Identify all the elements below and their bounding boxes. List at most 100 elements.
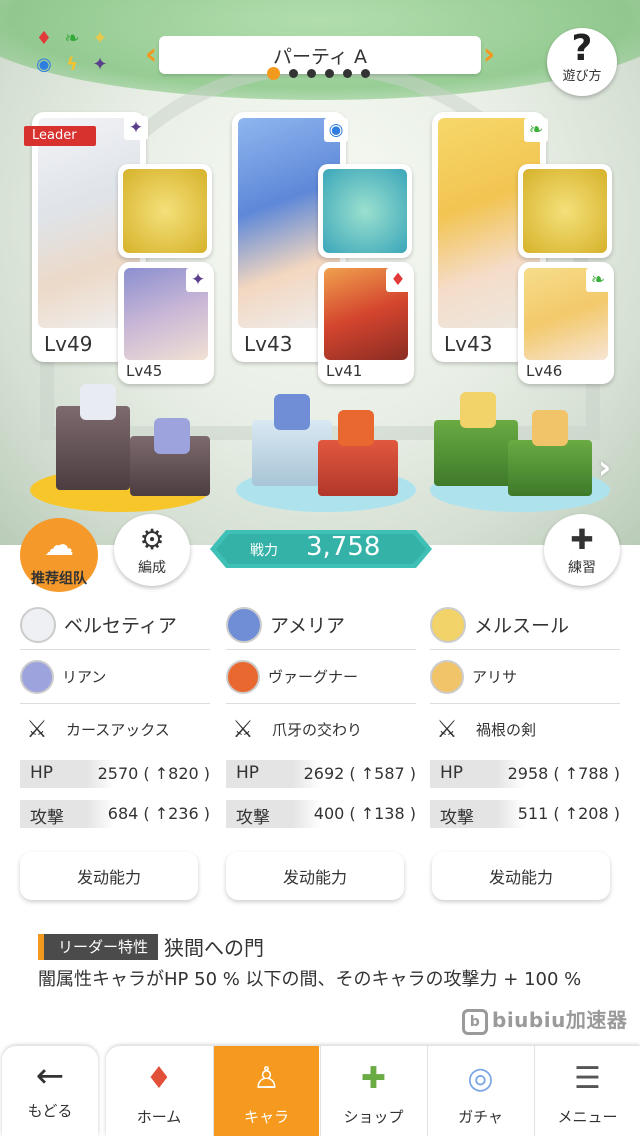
help-button[interactable]: ? 遊び方	[547, 28, 617, 96]
team-food-icon: ☁	[44, 528, 74, 563]
ability-label: 发动能力	[488, 868, 553, 887]
character-face-icon	[430, 606, 466, 643]
character-level: Lv46	[526, 362, 563, 380]
tab-chara[interactable]: ♙ キャラ	[213, 1046, 319, 1136]
main-character-name: メルスール	[474, 615, 570, 637]
wind-element-icon: ❧	[586, 268, 610, 292]
shop-icon: ✚	[360, 1061, 387, 1096]
attack-stat: 攻撃 684 ( ↑236 )	[20, 798, 210, 834]
formation-button[interactable]: ⚙ 編成	[114, 514, 190, 586]
leaf-icon: ❧	[64, 28, 80, 49]
character-face-icon	[226, 606, 262, 643]
ability-button-3[interactable]: 发动能力	[432, 852, 610, 900]
character-level: Lv49	[44, 332, 93, 356]
diamond-icon: ♦	[35, 28, 53, 49]
main-character-name: アメリア	[270, 615, 346, 637]
weapon-icon: ⚔	[436, 715, 458, 743]
star-icon: ✦	[92, 28, 108, 49]
main-character-row[interactable]: アメリア	[226, 600, 416, 650]
weapon-card-1[interactable]	[118, 164, 212, 258]
back-button[interactable]: ← もどる	[2, 1046, 98, 1136]
hp-stat: HP 2692 ( ↑587 )	[226, 758, 416, 794]
ability-button-2[interactable]: 发动能力	[226, 852, 404, 900]
ability-button-1[interactable]: 发动能力	[20, 852, 198, 900]
team-platform-1	[20, 380, 220, 520]
character-sprite	[532, 410, 568, 446]
main-character-row[interactable]: メルスール	[430, 600, 620, 650]
hp-label: HP	[30, 763, 54, 783]
member-column-3: メルスール アリサ ⚔ 禍根の剣 HP 2958 ( ↑788 ) 攻撃 511 (…	[430, 600, 620, 834]
element-filter[interactable]: ♦ ❧ ✦ ◉ ϟ ✦	[30, 26, 116, 84]
platform-block	[508, 440, 592, 496]
weapon-card-2[interactable]	[318, 164, 412, 258]
tab-shop[interactable]: ✚ ショップ	[320, 1046, 426, 1136]
character-level: Lv43	[444, 332, 493, 356]
hp-stat: HP 2570 ( ↑820 )	[20, 758, 210, 794]
question-mark-icon: ?	[571, 28, 593, 69]
attack-label: 攻撃	[30, 808, 64, 828]
hp-value: 2570 ( ↑820 )	[97, 764, 210, 783]
platform-block	[318, 440, 398, 496]
page-dot-active	[267, 67, 280, 80]
attack-stat: 攻撃 400 ( ↑138 )	[226, 798, 416, 834]
character-sprite	[154, 418, 190, 454]
page-dot	[307, 69, 316, 78]
page-dot	[361, 69, 370, 78]
character-level: Lv41	[326, 362, 363, 380]
team-platform-3	[420, 380, 620, 520]
axe-icon	[123, 169, 207, 253]
watermark: b biubiu加速器	[462, 1004, 627, 1035]
party-scene: ♦ ❧ ✦ ◉ ϟ ✦ ‹ パーティ A › ? 遊び方 Lv49 Leader ✦ L…	[0, 0, 640, 545]
team-platform-2	[226, 380, 426, 520]
tab-menu[interactable]: ☰ メニュー	[534, 1046, 640, 1136]
attack-value: 684 ( ↑236 )	[107, 804, 210, 823]
training-label: 練習	[568, 560, 596, 576]
sub-character-name: アリサ	[472, 668, 518, 686]
orb-icon	[323, 169, 407, 253]
character-face-icon	[20, 606, 56, 643]
back-label: もどる	[27, 1102, 73, 1120]
weapon-name: カースアックス	[66, 720, 170, 739]
weapon-row[interactable]: ⚔ 禍根の剣	[430, 704, 620, 754]
tab-label: ホーム	[136, 1108, 182, 1126]
attack-label: 攻撃	[440, 808, 474, 828]
sub-character-row[interactable]: アリサ	[430, 650, 620, 704]
power-label: 戦力	[250, 543, 278, 559]
weapon-card-3[interactable]	[518, 164, 612, 258]
fire-element-icon: ♦	[386, 268, 410, 292]
next-party-button[interactable]: ›	[479, 38, 499, 72]
party-page-dots	[267, 67, 370, 80]
recommend-team-button[interactable]: ☁ 推荐组队	[20, 518, 98, 592]
prev-party-button[interactable]: ‹	[141, 38, 161, 72]
watermark-text: biubiu加速器	[492, 1008, 628, 1032]
character-level: Lv45	[126, 362, 163, 380]
training-button[interactable]: ✚ 練習	[544, 514, 620, 586]
tab-home[interactable]: ♦ ホーム	[106, 1046, 212, 1136]
help-label: 遊び方	[562, 69, 602, 84]
leader-trait-tag: リーダー特性	[38, 933, 159, 960]
weapon-row[interactable]: ⚔ カースアックス	[20, 704, 210, 754]
weapon-row[interactable]: ⚔ 爪牙の交わり	[226, 704, 416, 754]
ability-label: 发动能力	[76, 868, 141, 887]
person-gear-icon: ⚙	[139, 523, 165, 556]
hp-label: HP	[440, 763, 464, 783]
party-selector: ‹ パーティ A ›	[145, 36, 495, 80]
tab-gacha[interactable]: ◎ ガチャ	[427, 1046, 533, 1136]
leader-trait-description: 闇属性キャラがHP 50 % 以下の間、そのキャラの攻撃力 + 100 %	[38, 969, 582, 990]
formation-label: 編成	[138, 560, 166, 576]
hp-label: HP	[236, 763, 260, 783]
main-character-row[interactable]: ベルセティア	[20, 600, 210, 650]
nav-tabs: ♦ ホーム ♙ キャラ ✚ ショップ ◎ ガチャ ☰ メニュー	[106, 1046, 640, 1136]
chevron-right-icon: ›	[598, 448, 612, 486]
weapon-icon: ⚔	[232, 715, 254, 743]
character-sprite	[338, 410, 374, 446]
sub-character-row[interactable]: リアン	[20, 650, 210, 704]
team-power: 戦力 3,758	[210, 530, 432, 568]
gacha-icon: ◎	[467, 1061, 494, 1096]
hp-value: 2692 ( ↑587 )	[303, 764, 416, 783]
dark-element-icon: ✦	[186, 268, 210, 292]
platform-block	[434, 420, 518, 486]
bottom-navigation: ← もどる ♦ ホーム ♙ キャラ ✚ ショップ ◎ ガチャ ☰ メニュー	[0, 1046, 640, 1136]
tab-label: メニュー	[557, 1108, 618, 1126]
sub-character-row[interactable]: ヴァーグナー	[226, 650, 416, 704]
